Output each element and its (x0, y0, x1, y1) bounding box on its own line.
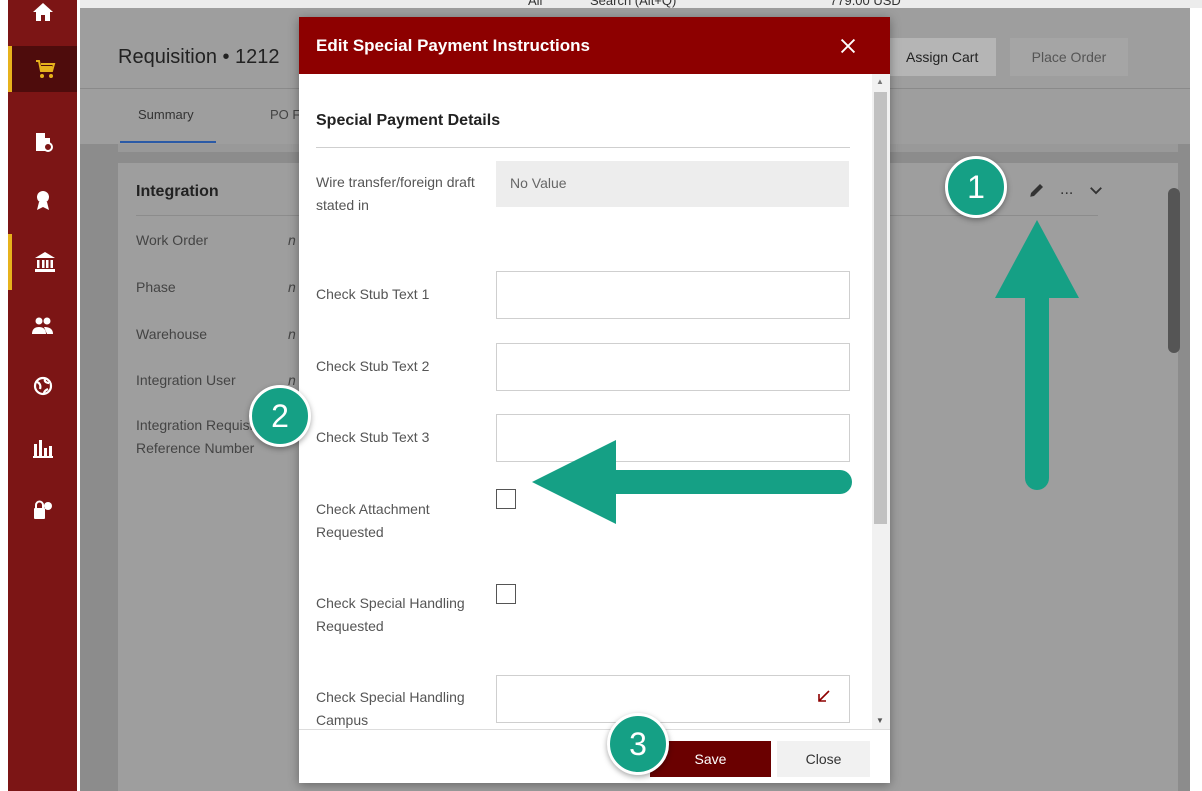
step-badge-1: 1 (945, 156, 1007, 218)
nav-bank[interactable] (8, 234, 77, 290)
check-stub-1-label: Check Stub Text 1 (316, 286, 430, 302)
modal-footer: Save Close (299, 729, 890, 783)
tab-po[interactable]: PO F (270, 107, 300, 122)
special-handling-checkbox[interactable] (496, 584, 516, 604)
search-scope[interactable]: All (528, 0, 542, 8)
nav-home[interactable] (8, 0, 77, 32)
search-input[interactable]: Search (Alt+Q) (590, 0, 676, 8)
place-order-button[interactable]: Place Order (1010, 38, 1128, 76)
nav-shop[interactable] (8, 46, 77, 92)
modal-header: Edit Special Payment Instructions (299, 17, 890, 74)
phase-label: Phase (136, 279, 176, 295)
check-stub-2-label: Check Stub Text 2 (316, 358, 430, 374)
left-nav (0, 0, 80, 791)
globe-icon (33, 376, 52, 396)
check-attachment-checkbox[interactable] (496, 489, 516, 509)
check-stub-3-label: Check Stub Text 3 (316, 429, 430, 445)
check-stub-1-input[interactable] (496, 271, 850, 319)
handling-campus-label: Check Special Handling Campus (316, 689, 465, 728)
page-scrollbar[interactable] (1168, 188, 1180, 353)
shopping-cart-icon (35, 60, 55, 78)
section-title: Special Payment Details (316, 112, 501, 129)
active-tab-indicator (120, 141, 216, 143)
pencil-icon[interactable] (1028, 181, 1046, 199)
nav-awards[interactable] (8, 180, 77, 220)
step-badge-2: 2 (249, 385, 311, 447)
admin-icon (33, 500, 52, 519)
phase-value: n (288, 279, 296, 295)
nav-orders[interactable] (8, 122, 77, 162)
modal-title: Edit Special Payment Instructions (316, 36, 590, 55)
page-title: Requisition • 1212 (118, 46, 280, 68)
warehouse-value: n (288, 326, 296, 342)
home-icon (32, 3, 53, 21)
check-stub-2-input[interactable] (496, 343, 850, 391)
step-badge-3: 3 (607, 713, 669, 775)
check-stub-3-input[interactable] (496, 414, 850, 462)
close-icon[interactable] (837, 35, 859, 57)
reports-icon (32, 440, 53, 458)
users-icon (31, 317, 53, 334)
scroll-up-arrow[interactable]: ▲ (876, 77, 884, 86)
nav-admin[interactable] (8, 490, 77, 530)
card-divider (136, 215, 316, 216)
section-divider (316, 147, 850, 148)
handling-campus-select[interactable] (496, 675, 850, 723)
nav-global[interactable] (8, 366, 77, 406)
nav-reports[interactable] (8, 428, 77, 468)
wire-transfer-value: No Value (496, 161, 849, 207)
cart-total[interactable]: 779.00 USD (830, 0, 901, 8)
integration-user-label: Integration User (136, 372, 236, 388)
edit-payment-modal: Edit Special Payment Instructions Specia… (299, 17, 890, 783)
wire-transfer-label: Wire transfer/foreign draft stated in (316, 174, 475, 213)
top-header-bar: All Search (Alt+Q) 779.00 USD (80, 0, 1202, 8)
arrow-down-left-icon[interactable] (817, 689, 831, 703)
work-order-label: Work Order (136, 232, 209, 248)
scroll-down-arrow[interactable]: ▼ (876, 716, 884, 725)
chevron-down-icon[interactable] (1087, 181, 1105, 199)
more-options[interactable]: ... (1060, 181, 1073, 199)
orders-icon (35, 133, 53, 152)
card-actions: ... (1028, 181, 1105, 199)
check-attachment-label: Check Attachment Requested (316, 501, 430, 540)
assign-cart-button[interactable]: Assign Cart (888, 38, 997, 76)
bank-icon (34, 252, 55, 272)
modal-scrollbar-thumb[interactable] (874, 92, 887, 524)
tab-summary[interactable]: Summary (138, 107, 194, 122)
warehouse-label: Warehouse (136, 326, 208, 342)
special-handling-label: Check Special Handling Requested (316, 595, 465, 634)
modal-body: Special Payment Details Wire transfer/fo… (299, 74, 890, 729)
close-button[interactable]: Close (777, 741, 870, 777)
card-divider-right (888, 215, 1098, 216)
work-order-value: n (288, 232, 296, 248)
nav-users[interactable] (8, 306, 77, 346)
integration-title: Integration (136, 183, 219, 200)
award-icon (36, 191, 49, 210)
